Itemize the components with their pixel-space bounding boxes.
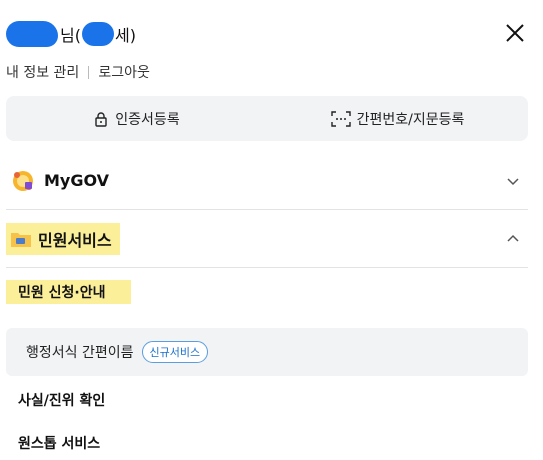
chevron-up-icon (507, 234, 519, 242)
close-icon (506, 24, 524, 42)
folder-icon (10, 229, 32, 249)
pin-register-label: 간편번호/지문등록 (356, 111, 465, 128)
lock-icon (95, 111, 107, 127)
scan-icon (330, 110, 351, 127)
user-name-suffix: 님( (60, 26, 81, 45)
promo-banner[interactable]: 행정서식 간편이름 신규서비스 (6, 328, 528, 376)
pin-register-button[interactable]: 간편번호/지문등록 (267, 96, 528, 141)
minwon-apply-link[interactable]: 민원 신청·안내 (6, 280, 132, 304)
close-button[interactable] (502, 20, 528, 46)
redacted-age-mark (81, 22, 114, 46)
menu-header: 님( 세) 내 정보 관리 로그아웃 (0, 0, 543, 96)
cert-register-button[interactable]: 인증서등록 (6, 96, 267, 141)
logout-link[interactable]: 로그아웃 (98, 62, 150, 82)
certificate-bar: 인증서등록 간편번호/지문등록 (6, 96, 528, 141)
mygov-label: MyGOV (44, 171, 110, 190)
mygov-icon (10, 168, 36, 194)
minwon-label: 민원서비스 (38, 230, 112, 250)
cert-register-label: 인증서등록 (115, 111, 180, 128)
menu-minwon-service[interactable]: 민원서비스 (6, 210, 528, 268)
user-age-suffix: 세) (114, 26, 136, 45)
new-service-badge: 신규서비스 (141, 341, 209, 363)
my-info-link[interactable]: 내 정보 관리 (6, 62, 79, 82)
account-links: 내 정보 관리 로그아웃 (6, 62, 150, 82)
minwon-apply-label: 민원 신청·안내 (6, 280, 132, 304)
chevron-down-icon (507, 178, 519, 186)
promo-label: 행정서식 간편이름 (26, 345, 134, 361)
menu-mygov[interactable]: MyGOV (6, 152, 528, 210)
redacted-name-mark (6, 21, 58, 47)
divider (88, 65, 90, 79)
user-greeting: 님( 세) (6, 20, 136, 48)
onestop-link[interactable]: 원스톱 서비스 (18, 433, 100, 453)
minwon-highlight: 민원서비스 (6, 222, 120, 255)
verify-link[interactable]: 사실/진위 확인 (18, 390, 105, 410)
